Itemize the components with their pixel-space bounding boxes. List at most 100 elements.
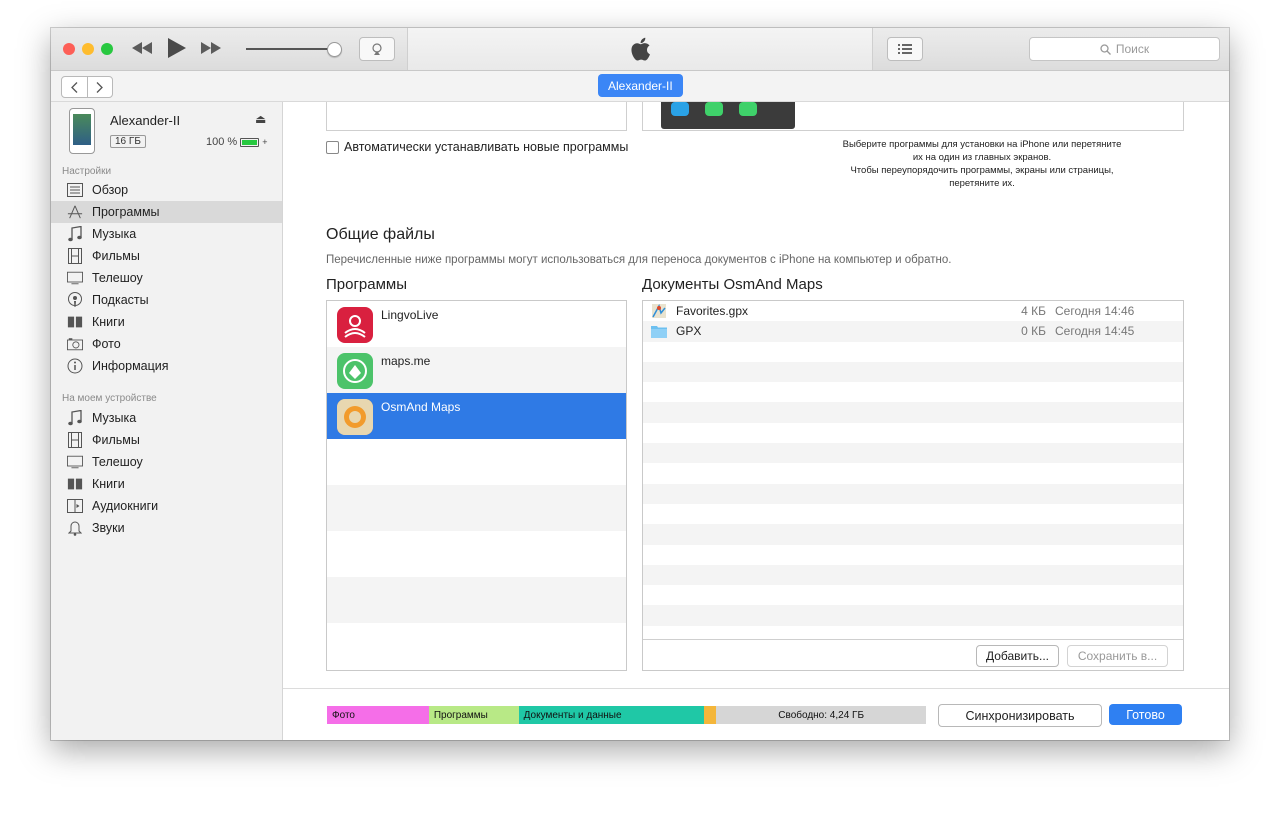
apps-icon (67, 204, 83, 220)
app-name: maps.me (381, 354, 431, 368)
info-icon (67, 358, 83, 374)
sidebar-item-device-audiobooks[interactable]: Аудиокниги (51, 495, 282, 517)
sidebar-item-device-music[interactable]: Музыка (51, 407, 282, 429)
volume-slider-knob[interactable] (327, 42, 342, 57)
tv-icon (67, 270, 83, 286)
book-icon (67, 476, 83, 492)
film-icon (67, 432, 83, 448)
fast-forward-button[interactable] (199, 37, 223, 59)
airplay-button[interactable] (359, 37, 395, 61)
table-row (643, 361, 1183, 383)
eject-icon[interactable]: ⏏ (255, 112, 266, 126)
shared-files-description: Перечисленные ниже программы могут испол… (326, 254, 952, 266)
sidebar-item-tv-shows[interactable]: Телешоу (51, 267, 282, 289)
document-name: Favorites.gpx (676, 304, 749, 318)
itunes-window: Поиск Alexander-II Alexander-II ⏏ 16 ГБ … (51, 28, 1229, 740)
table-row[interactable]: Favorites.gpx 4 КБ Сегодня 14:46 (643, 301, 1183, 321)
sidebar-item-label: Телешоу (92, 455, 143, 469)
sidebar-item-label: Книги (92, 315, 125, 329)
sidebar: Alexander-II ⏏ 16 ГБ 100 % + Настройки О… (51, 102, 283, 740)
sidebar-item-device-tones[interactable]: Звуки (51, 517, 282, 539)
device-button[interactable]: Alexander-II (598, 74, 683, 97)
sidebar-item-device-tv-shows[interactable]: Телешоу (51, 451, 282, 473)
list-item[interactable]: maps.me (327, 347, 626, 393)
sidebar-item-summary[interactable]: Обзор (51, 179, 282, 201)
audiobook-icon (67, 498, 83, 514)
rewind-icon (132, 42, 152, 54)
sidebar-item-device-movies[interactable]: Фильмы (51, 429, 282, 451)
sidebar-item-movies[interactable]: Фильмы (51, 245, 282, 267)
documents-column-header: Документы OsmAnd Maps (642, 276, 823, 293)
bell-icon (67, 520, 83, 536)
checkbox-box[interactable] (326, 140, 339, 154)
capacity-segment (704, 706, 717, 724)
sidebar-item-photos[interactable]: Фото (51, 333, 282, 355)
sidebar-item-apps[interactable]: Программы (51, 201, 282, 223)
sidebar-item-label: Программы (92, 205, 160, 219)
list-item (327, 439, 626, 485)
music-note-icon (67, 410, 83, 426)
up-next-list-button[interactable] (887, 37, 923, 61)
tv-icon (67, 454, 83, 470)
table-row (643, 443, 1183, 464)
add-file-button[interactable]: Добавить... (976, 645, 1059, 667)
close-window-button[interactable] (63, 43, 75, 55)
sidebar-item-podcasts[interactable]: Подкасты (51, 289, 282, 311)
save-to-button[interactable]: Сохранить в... (1067, 645, 1168, 667)
list-icon (898, 44, 912, 54)
forward-button[interactable] (86, 77, 113, 97)
sidebar-item-label: Аудиокниги (92, 499, 159, 513)
done-button[interactable]: Готово (1109, 704, 1182, 725)
capacity-segment: Фото (327, 706, 429, 724)
volume-slider[interactable] (246, 48, 336, 50)
capacity-segment: Свободно: 4,24 ГБ (716, 706, 926, 724)
list-item (327, 531, 626, 577)
sync-button[interactable]: Синхронизировать (938, 704, 1102, 727)
shared-files-title: Общие файлы (326, 226, 435, 243)
table-row (643, 483, 1183, 504)
sidebar-item-music[interactable]: Музыка (51, 223, 282, 245)
lingvolive-app-icon (337, 307, 373, 343)
list-item[interactable]: OsmAnd Maps (327, 393, 626, 439)
bottom-bar: Фото Программы Документы и данные Свободно:… (283, 688, 1229, 740)
app-name: OsmAnd Maps (381, 400, 461, 414)
airplay-icon (372, 43, 382, 55)
home-screen-hint: Выберите программы для установки на iPho… (813, 138, 1151, 190)
sidebar-item-label: Телешоу (92, 271, 143, 285)
app-name: LingvoLive (381, 308, 439, 322)
music-note-icon (67, 226, 83, 242)
app-list-box (326, 102, 627, 131)
table-row (643, 402, 1183, 423)
home-screen-preview (642, 102, 1184, 131)
osmand-app-icon (337, 399, 373, 435)
minimize-window-button[interactable] (82, 43, 94, 55)
sidebar-item-books[interactable]: Книги (51, 311, 282, 333)
zoom-window-button[interactable] (101, 43, 113, 55)
table-row (643, 504, 1183, 524)
document-date: Сегодня 14:46 (1055, 304, 1135, 318)
table-row (643, 564, 1183, 586)
back-button[interactable] (62, 77, 87, 97)
sidebar-item-label: Информация (92, 359, 169, 373)
device-name: Alexander-II (110, 113, 181, 128)
play-button[interactable] (165, 37, 189, 59)
film-icon (67, 248, 83, 264)
search-placeholder: Поиск (1115, 42, 1150, 56)
table-row[interactable]: GPX 0 КБ Сегодня 14:45 (643, 321, 1183, 342)
auto-install-checkbox[interactable]: Автоматически устанавливать новые програ… (326, 140, 628, 154)
folder-icon (651, 324, 667, 339)
storage-capacity-bar: Фото Программы Документы и данные Свободно:… (327, 706, 926, 724)
search-field[interactable]: Поиск (1029, 37, 1220, 61)
iphone-device-icon (69, 108, 95, 154)
summary-icon (67, 182, 83, 198)
table-row (643, 585, 1183, 605)
list-item[interactable]: LingvoLive (327, 301, 626, 347)
table-row (643, 423, 1183, 443)
home-screen-page[interactable] (661, 102, 795, 129)
whatsapp-app-icon (705, 102, 723, 116)
list-item (327, 485, 626, 531)
document-date: Сегодня 14:45 (1055, 324, 1135, 339)
sidebar-item-info[interactable]: Информация (51, 355, 282, 377)
sidebar-item-device-books[interactable]: Книги (51, 473, 282, 495)
rewind-button[interactable] (130, 37, 154, 59)
